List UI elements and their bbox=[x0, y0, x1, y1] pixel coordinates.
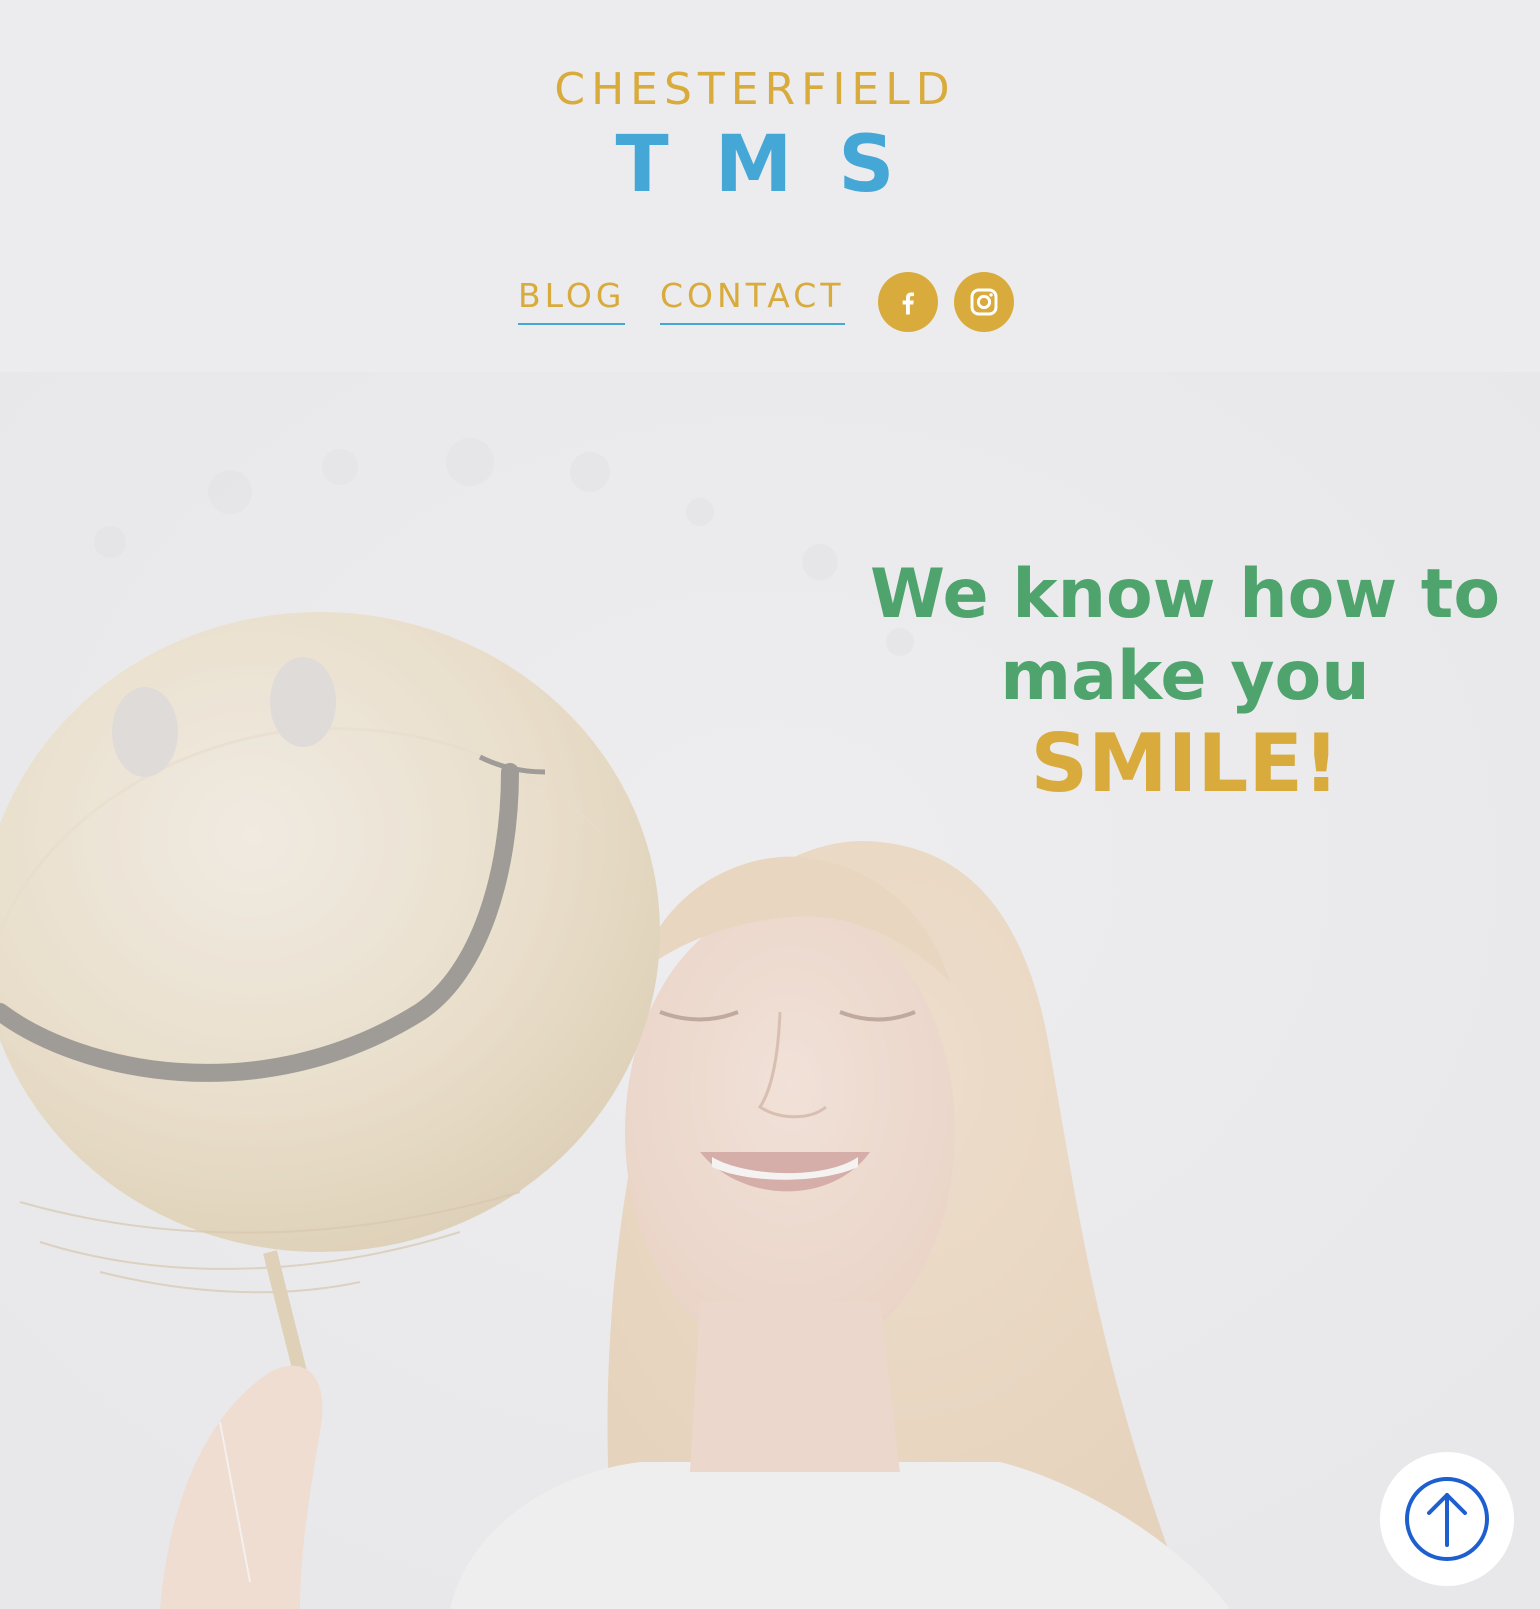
brand-name-bottom[interactable]: TMS bbox=[0, 120, 1510, 210]
hero-headline-line-1: We know how to bbox=[869, 554, 1501, 634]
arrow-up-circle-icon bbox=[1405, 1477, 1489, 1561]
facebook-icon bbox=[902, 292, 914, 315]
instagram-icon bbox=[970, 288, 998, 316]
nav-link-blog[interactable]: BLOG bbox=[518, 276, 626, 325]
hero-headline: We know how to make you SMILE! bbox=[860, 554, 1510, 810]
nav-link-contact[interactable]: CONTACT bbox=[660, 276, 845, 325]
scroll-to-top-button[interactable] bbox=[1380, 1452, 1514, 1586]
facebook-link[interactable] bbox=[878, 272, 938, 332]
hero-headline-smile: SMILE! bbox=[1030, 716, 1340, 810]
page: CHESTERFIELD TMS BLOG CONTACT We know ho… bbox=[0, 0, 1540, 1609]
site-header: CHESTERFIELD TMS BLOG CONTACT bbox=[0, 0, 1540, 372]
instagram-link[interactable] bbox=[954, 272, 1014, 332]
brand-name-top[interactable]: CHESTERFIELD bbox=[0, 64, 1510, 115]
hero-headline-line-2: make you bbox=[1000, 636, 1370, 716]
